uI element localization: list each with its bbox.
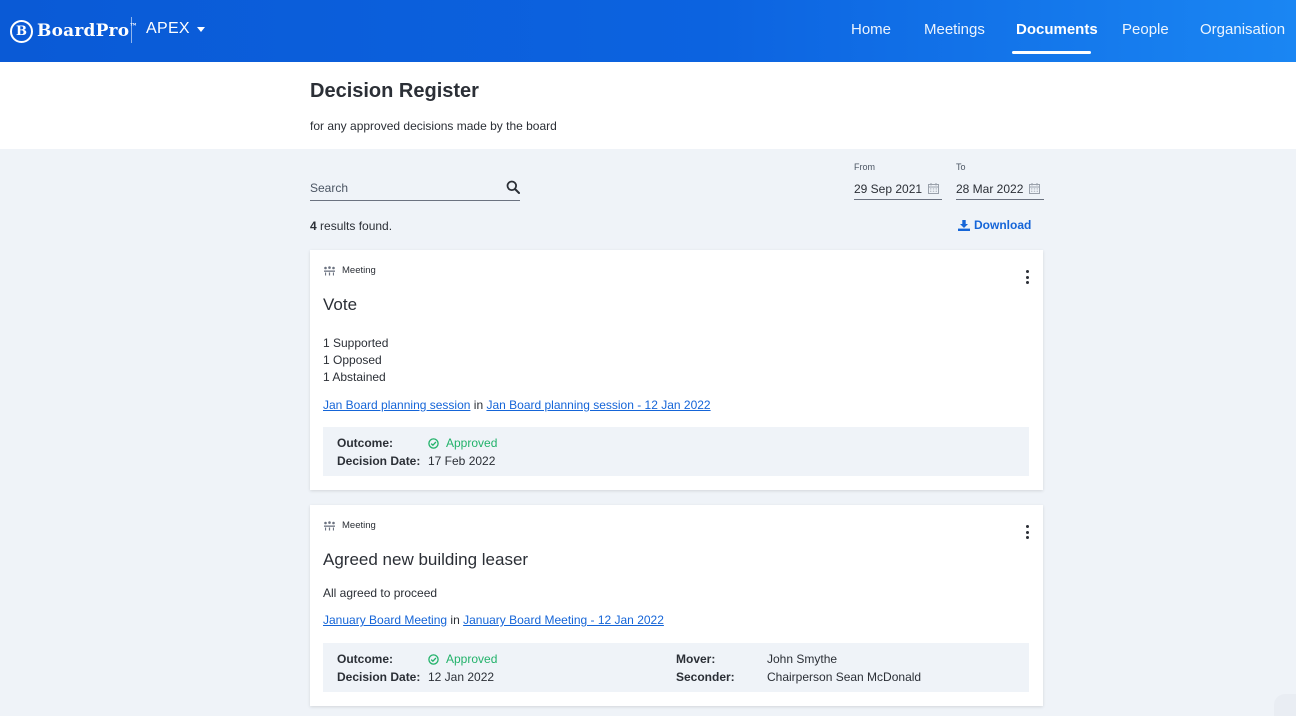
decision-card: Meeting Vote 1 Supported 1 Opposed 1 Abs… (310, 250, 1043, 490)
decision-date-label: Decision Date: (337, 454, 421, 468)
page-header: Decision Register for any approved decis… (0, 62, 1296, 149)
brand-logo[interactable]: B BoardPro™ (10, 19, 137, 43)
nav-organisation[interactable]: Organisation (1200, 21, 1285, 38)
download-icon (958, 219, 970, 231)
active-nav-indicator (1012, 51, 1091, 54)
outcome-status: Approved (428, 652, 497, 666)
brand-divider (131, 17, 132, 43)
meeting-icon (324, 520, 335, 530)
from-label: From (854, 162, 875, 172)
mover-value: John Smythe (767, 652, 838, 666)
org-name: APEX (146, 20, 190, 37)
more-options-icon[interactable] (1024, 270, 1030, 284)
results-count-text: 4 results found. (310, 219, 392, 233)
seconder-label: Seconder: (676, 670, 735, 684)
decision-description: All agreed to proceed (323, 585, 437, 602)
decision-description: 1 Supported 1 Opposed 1 Abstained (323, 335, 388, 386)
to-label: To (956, 162, 966, 172)
org-switcher[interactable]: APEX (146, 20, 205, 38)
decision-title: Agreed new building leaser (323, 550, 529, 569)
decision-card: Meeting Agreed new building leaser All a… (310, 505, 1043, 706)
vote-abstained: 1 Abstained (323, 370, 386, 384)
decision-source: January Board Meeting in January Board M… (323, 613, 664, 627)
page-subtitle: for any approved decisions made by the b… (310, 119, 557, 133)
check-circle-icon (428, 653, 439, 665)
outcome-panel: Outcome: Approved Decision Date: 17 Feb … (323, 427, 1029, 476)
outcome-label: Outcome: (337, 436, 394, 450)
vote-supported: 1 Supported (323, 336, 389, 350)
search-icon[interactable] (506, 180, 520, 194)
download-button[interactable]: Download (958, 218, 1031, 232)
meeting-icon (324, 265, 335, 275)
scroll-corner (1274, 694, 1296, 716)
nav-meetings[interactable]: Meetings (924, 21, 985, 38)
boardpro-logo-icon: B (10, 19, 33, 43)
nav-home[interactable]: Home (851, 21, 891, 38)
outcome-status: Approved (428, 436, 497, 450)
agenda-item-link[interactable]: Jan Board planning session (323, 398, 470, 412)
decision-date-value: 17 Feb 2022 (428, 454, 496, 468)
to-date-field[interactable]: To 28 Mar 2022 (956, 162, 1044, 200)
more-options-icon[interactable] (1024, 525, 1030, 539)
decision-date-value: 12 Jan 2022 (428, 670, 495, 684)
from-date-value: 29 Sep 2021 (854, 181, 923, 196)
seconder-value: Chairperson Sean McDonald (767, 670, 922, 684)
card-type-label: Meeting (342, 265, 376, 276)
outcome-panel: Outcome: Approved Decision Date: 12 Jan … (323, 643, 1029, 692)
top-nav-bar: B BoardPro™ APEX Home Meetings Documents… (0, 0, 1296, 62)
meeting-link[interactable]: January Board Meeting - 12 Jan 2022 (463, 613, 664, 627)
from-date-field[interactable]: From 29 Sep 2021 (854, 162, 942, 200)
to-date-value: 28 Mar 2022 (956, 181, 1024, 196)
vote-opposed: 1 Opposed (323, 353, 382, 367)
page-title: Decision Register (310, 80, 479, 102)
card-type-label: Meeting (342, 520, 376, 531)
calendar-icon[interactable] (1029, 183, 1041, 194)
decision-title: Vote (323, 295, 358, 314)
nav-people[interactable]: People (1122, 21, 1169, 38)
agenda-item-link[interactable]: January Board Meeting (323, 613, 447, 627)
outcome-label: Outcome: (337, 652, 394, 666)
check-circle-icon (428, 437, 439, 449)
card-type: Meeting (323, 265, 376, 276)
decision-date-label: Decision Date: (337, 670, 421, 684)
chevron-down-icon (196, 26, 205, 32)
download-label: Download (974, 218, 1032, 232)
calendar-icon[interactable] (928, 183, 940, 194)
results-label: results found. (316, 219, 393, 233)
decision-source: Jan Board planning session in Jan Board … (323, 398, 711, 412)
brand-name: BoardPro™ (37, 21, 138, 41)
card-type: Meeting (323, 520, 376, 531)
results-count: 4 (310, 219, 317, 233)
mover-label: Mover: (676, 652, 716, 666)
search-input[interactable]: Search (310, 176, 520, 201)
decision-note: All agreed to proceed (323, 586, 438, 600)
nav-documents[interactable]: Documents (1016, 21, 1098, 38)
search-placeholder: Search (310, 181, 349, 195)
meeting-link[interactable]: Jan Board planning session - 12 Jan 2022 (486, 398, 710, 412)
